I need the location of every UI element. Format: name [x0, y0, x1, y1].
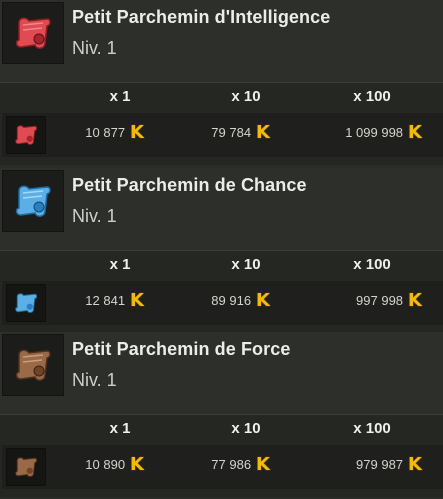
- item-name: Petit Parchemin d'Intelligence: [72, 7, 331, 27]
- item-intelligence-scroll: Petit Parchemin d'Intelligence Niv. 1 x …: [0, 0, 443, 165]
- item-name: Petit Parchemin de Force: [72, 339, 291, 359]
- header-x10: x 10: [231, 256, 261, 273]
- item-level: Niv. 1: [72, 206, 117, 226]
- price-table: x 1 x 10 x 100 12 841 K 89 916 K 997 998…: [0, 250, 443, 333]
- price-x1[interactable]: 12 841 K: [34, 289, 144, 311]
- kama-icon: K: [256, 121, 270, 143]
- price-row: 12 841 K 89 916 K 997 998 K: [2, 281, 443, 325]
- header-x1: x 1: [109, 88, 131, 105]
- header-x1: x 1: [109, 256, 131, 273]
- kama-icon: K: [256, 289, 270, 311]
- price-value: 79 784: [211, 125, 252, 140]
- price-x1[interactable]: 10 877 K: [34, 121, 144, 143]
- price-x10[interactable]: 77 986 K: [160, 453, 270, 475]
- price-value: 10 890: [85, 457, 126, 472]
- price-x10[interactable]: 89 916 K: [160, 289, 270, 311]
- price-table-header: x 1 x 10 x 100: [0, 415, 443, 445]
- kama-icon: K: [408, 121, 422, 143]
- kama-icon: K: [408, 453, 422, 475]
- price-value: 10 877: [85, 125, 126, 140]
- kama-icon: K: [130, 121, 144, 143]
- kama-icon: K: [130, 289, 144, 311]
- scroll-icon: [2, 2, 64, 64]
- header-x1: x 1: [109, 420, 131, 437]
- scroll-icon: [2, 170, 64, 232]
- price-value: 979 987: [356, 457, 404, 472]
- item-chance-scroll: Petit Parchemin de Chance Niv. 1 x 1 x 1…: [0, 168, 443, 333]
- price-value: 77 986: [211, 457, 252, 472]
- price-x100[interactable]: 979 987 K: [312, 453, 422, 475]
- price-value: 1 099 998: [345, 125, 404, 140]
- header-x10: x 10: [231, 420, 261, 437]
- header-x100: x 100: [353, 88, 391, 105]
- price-x100[interactable]: 997 998 K: [312, 289, 422, 311]
- kama-icon: K: [256, 453, 270, 475]
- item-level: Niv. 1: [72, 38, 117, 58]
- kama-icon: K: [408, 289, 422, 311]
- item-strength-scroll: Petit Parchemin de Force Niv. 1 x 1 x 10…: [0, 332, 443, 497]
- price-table: x 1 x 10 x 100 10 877 K 79 784 K 1 099 9…: [0, 82, 443, 165]
- price-value: 12 841: [85, 293, 126, 308]
- price-row: 10 890 K 77 986 K 979 987 K: [2, 445, 443, 489]
- item-header[interactable]: Petit Parchemin de Chance Niv. 1: [0, 168, 443, 250]
- item-name: Petit Parchemin de Chance: [72, 175, 307, 195]
- price-value: 997 998: [356, 293, 404, 308]
- price-x1[interactable]: 10 890 K: [34, 453, 144, 475]
- price-table-header: x 1 x 10 x 100: [0, 251, 443, 281]
- scroll-icon: [2, 334, 64, 396]
- price-row: 10 877 K 79 784 K 1 099 998 K: [2, 113, 443, 157]
- price-value: 89 916: [211, 293, 252, 308]
- price-x10[interactable]: 79 784 K: [160, 121, 270, 143]
- header-x10: x 10: [231, 88, 261, 105]
- item-level: Niv. 1: [72, 370, 117, 390]
- price-x100[interactable]: 1 099 998 K: [312, 121, 422, 143]
- price-table-header: x 1 x 10 x 100: [0, 83, 443, 113]
- price-table: x 1 x 10 x 100 10 890 K 77 986 K 979 987…: [0, 414, 443, 497]
- item-header[interactable]: Petit Parchemin de Force Niv. 1: [0, 332, 443, 414]
- kama-icon: K: [130, 453, 144, 475]
- item-header[interactable]: Petit Parchemin d'Intelligence Niv. 1: [0, 0, 443, 82]
- header-x100: x 100: [353, 420, 391, 437]
- header-x100: x 100: [353, 256, 391, 273]
